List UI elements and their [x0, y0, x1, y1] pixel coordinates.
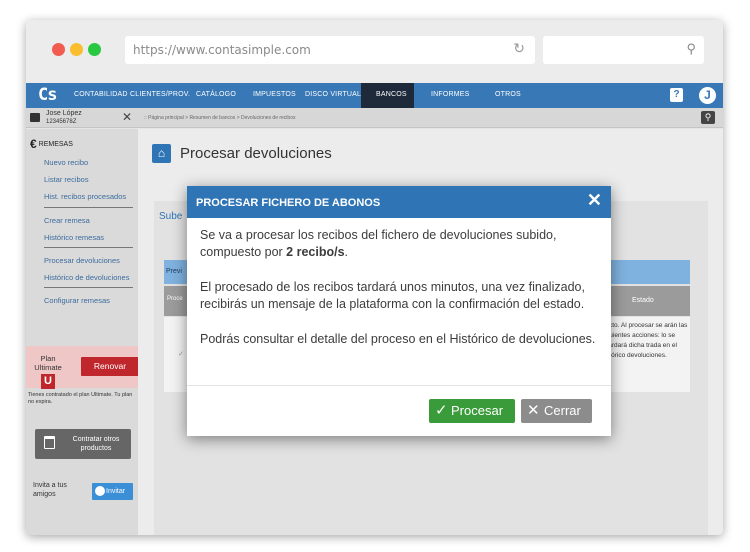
sidebar-item-crear-remesa[interactable]: Crear remesa: [44, 216, 90, 225]
plan-note: Tienes contratado el plan Ultimate. Tu p…: [28, 392, 133, 405]
minimize-window-button[interactable]: [70, 43, 83, 56]
nav-item-informes[interactable]: INFORMES: [431, 91, 470, 98]
nav-item-otros[interactable]: OTROS: [495, 91, 521, 98]
process-button-label: Procesar: [451, 403, 504, 418]
help-button[interactable]: ?: [670, 88, 683, 102]
user-name[interactable]: Jose López: [46, 110, 82, 117]
invite-button-label: Invitar: [106, 488, 126, 495]
nav-item-contabilidad[interactable]: CONTABILIDAD: [74, 91, 128, 98]
hire-products-label: Contratar otros productos: [72, 436, 120, 452]
process-button[interactable]: ✓ Procesar: [429, 399, 515, 423]
user-bar: Jose López 12345678Z ✕ :: Página princip…: [26, 108, 723, 128]
browser-search-input[interactable]: ⚲: [543, 36, 704, 64]
breadcrumb[interactable]: :: Página principal > Resumen de bancos …: [144, 115, 295, 121]
url-bar[interactable]: https://www.contasimple.com ↻: [125, 36, 535, 64]
modal-title: PROCESAR FICHERO DE ABONOS: [196, 197, 381, 209]
invite-text: Invita a tus amigos: [33, 482, 67, 498]
modal-message-3: Podrás consultar el detalle del proceso …: [200, 332, 596, 346]
close-window-button[interactable]: [52, 43, 65, 56]
sidebar-divider: [44, 287, 133, 288]
url-text: https://www.contasimple.com: [133, 43, 311, 57]
check-icon: ✓: [435, 402, 448, 419]
nav-item-clientes[interactable]: CLIENTES/PROV.: [130, 91, 190, 98]
id-card-icon: [30, 113, 40, 122]
sidebar-item-nuevo-recibo[interactable]: Nuevo recibo: [44, 158, 88, 167]
search-icon: ⚲: [686, 41, 696, 56]
sidebar-section-remesas: € REMESAS: [30, 137, 73, 151]
plan-box: Plan Ultimate U Renovar: [26, 346, 139, 389]
process-file-modal: PROCESAR FICHERO DE ABONOS ✕ Se va a pro…: [187, 186, 611, 436]
close-icon[interactable]: ✕: [587, 190, 602, 211]
sidebar-item-procesar-devoluciones[interactable]: Procesar devoluciones: [44, 256, 120, 265]
column-process: Proce: [167, 296, 183, 302]
upload-section-title: Sube: [159, 211, 183, 222]
nav-item-catalogo[interactable]: CATÁLOGO: [196, 91, 236, 98]
modal-body: Se va a procesar los recibos del fichero…: [200, 227, 600, 366]
sidebar: € REMESAS Nuevo recibo Listar recibos Hi…: [26, 129, 139, 535]
sidebar-divider: [44, 207, 133, 208]
pin-icon[interactable]: ✕: [122, 110, 132, 124]
close-icon: ✕: [527, 402, 540, 419]
page-title: Procesar devoluciones: [180, 145, 332, 162]
modal-message-2: El procesado de los recibos tardará unos…: [200, 280, 585, 311]
sidebar-item-historico-devoluciones[interactable]: Histórico de devoluciones: [44, 273, 129, 282]
page-search-button[interactable]: ⚲: [701, 111, 715, 124]
sidebar-item-hist-recibos[interactable]: Hist. recibos procesados: [44, 192, 126, 201]
modal-footer: ✓ Procesar ✕ Cerrar: [187, 385, 611, 436]
sidebar-item-listar-recibos[interactable]: Listar recibos: [44, 175, 89, 184]
modal-header: PROCESAR FICHERO DE ABONOS ✕: [187, 186, 611, 218]
user-id: 12345678Z: [46, 119, 77, 125]
globe-icon: [95, 486, 105, 496]
sidebar-item-historico-remesas[interactable]: Histórico remesas: [44, 233, 104, 242]
status-cell: rrecto. Al procesar se arán las siguient…: [601, 322, 688, 359]
main-nav: Cs CONTABILIDAD CLIENTES/PROV. CATÁLOGO …: [26, 83, 723, 108]
hire-products-button[interactable]: Contratar otros productos: [35, 429, 131, 459]
euro-icon: €: [30, 137, 37, 151]
cancel-button[interactable]: ✕ Cerrar: [521, 399, 592, 423]
bank-icon: ⌂: [152, 144, 171, 163]
nav-item-bancos[interactable]: BANCOS: [376, 91, 407, 98]
cancel-button-label: Cerrar: [544, 403, 581, 418]
maximize-window-button[interactable]: [88, 43, 101, 56]
plan-label: Plan Ultimate: [34, 354, 62, 372]
sidebar-divider: [44, 247, 133, 248]
sidebar-item-configurar-remesas[interactable]: Configurar remesas: [44, 296, 110, 305]
plan-badge: U: [41, 374, 55, 389]
app-logo[interactable]: Cs: [38, 85, 58, 105]
renew-button[interactable]: Renovar: [81, 357, 139, 376]
nav-item-impuestos[interactable]: IMPUESTOS: [253, 91, 296, 98]
sidebar-section-label: REMESAS: [38, 140, 73, 148]
preview-table-title: Previ: [166, 268, 182, 275]
modal-message-1: Se va a procesar los recibos del fichero…: [200, 228, 557, 259]
row-checkbox[interactable]: ✓: [178, 350, 184, 358]
shopping-bag-icon: [44, 436, 55, 449]
avatar[interactable]: J: [697, 85, 718, 106]
reload-icon[interactable]: ↻: [513, 41, 525, 57]
nav-item-disco-virtual[interactable]: DISCO VIRTUAL: [305, 91, 361, 98]
column-status: Estado: [632, 297, 654, 304]
browser-titlebar: https://www.contasimple.com ↻ ⚲: [26, 20, 723, 83]
invite-button[interactable]: Invitar: [92, 483, 133, 500]
